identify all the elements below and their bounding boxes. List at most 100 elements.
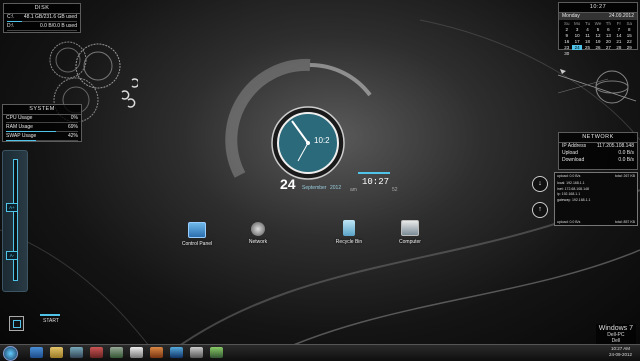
calendar-day-cell[interactable]: 23 [562,45,571,50]
app-taskbar-button-7[interactable] [210,347,223,358]
cpu-bar [6,122,78,123]
start-orb-button[interactable] [9,316,24,331]
calendar-day-cell[interactable]: 9 [562,33,571,38]
calendar-day-cell[interactable]: 5 [593,27,602,32]
arrow-down-icon: ↓ [532,176,548,192]
tray-date: 24-09-2012 [608,352,632,357]
desktop-icon-label: Control Panel [181,241,213,247]
calendar-weekday: Mo [574,21,581,26]
app-taskbar-button-2[interactable] [110,347,123,358]
calendar-day-cell[interactable]: 11 [583,33,592,38]
graph-down-label: upload: 0.0 B/s [557,220,581,224]
calendar-weekday: Su [563,21,570,26]
media-taskbar-button[interactable] [70,347,83,358]
desktop-icon-recycle-bin[interactable]: Recycle Bin [329,220,369,245]
app-taskbar-button-1[interactable] [90,347,103,358]
download-row: Download 0.0 B/s [559,157,637,164]
calendar-day-cell[interactable]: 13 [604,33,613,38]
ram-bar [6,131,78,132]
disk-c-bar [7,21,77,22]
app-taskbar-button-4[interactable] [150,347,163,358]
watermark-os: Windows 7 [598,325,633,332]
calendar-widget: 10:27 Monday 24.09.2012 Su Mo Tu We Th Fr Sa 2 3… [558,2,638,56]
calendar-weekday: Fr [616,21,621,26]
calendar-day-cell[interactable]: 26 [593,45,602,50]
graph-up-label: upload: 0.0 B/s [557,174,581,178]
system-tray-clock[interactable]: 10:27 AM 24-09-2012 [609,346,632,358]
app-taskbar-button-6[interactable] [190,347,203,358]
disk-d-bar [7,30,77,31]
calendar-day-cell[interactable]: 24 [572,45,582,50]
calendar-day-cell[interactable]: 29 [625,45,634,50]
clock-digital: 10:27 [362,177,390,187]
disk-d-value: 0.0 B/0.0 B used [40,23,77,29]
calendar-day-cell[interactable]: 18 [583,39,592,44]
disk-title: DISK [4,4,80,14]
calendar-date: 24.09.2012 [608,13,634,19]
upload-row: Upload 0.0 B/s [559,150,637,157]
ip-row: IP Address 117.205.108.148 [559,143,637,150]
desktop-icon-network[interactable]: Network [238,222,278,245]
ip-label: IP Address [562,143,587,149]
swap-value: 42% [67,133,78,139]
ip-value: 117.205.108.148 [596,143,634,149]
calendar-day-cell[interactable]: 27 [604,45,613,50]
swap-label: SWAP Usage [6,133,37,139]
calendar-day-cell[interactable]: 4 [583,27,592,32]
calendar-day-cell[interactable]: 14 [614,33,623,38]
calendar-day-cell[interactable]: 22 [625,39,634,44]
side-dock[interactable]: A+ A- [2,150,28,292]
system-title: SYSTEM [3,105,81,115]
control-panel-icon [188,222,206,238]
clock-am: am [350,187,357,193]
windows-start-button[interactable] [3,346,18,361]
calendar-day-cell[interactable]: 28 [614,45,623,50]
globe-decoration [557,69,637,104]
explorer-taskbar-button[interactable] [50,347,63,358]
calendar-day-cell[interactable]: 16 [562,39,571,44]
calendar-day-cell[interactable]: 25 [583,45,592,50]
taskbar: 10:27 AM 24-09-2012 [0,344,640,361]
a-minus-button[interactable]: A- [6,251,18,260]
network-graph: upload: 0.0 B/s total: 267 KB local: 192… [554,172,638,226]
calendar-day-cell[interactable]: 7 [614,27,623,32]
calendar-day-cell[interactable]: 15 [625,33,634,38]
swap-row: SWAP Usage 42% [3,133,81,140]
dock-slider-track[interactable] [13,159,18,281]
recycle-bin-icon [343,220,355,236]
app-taskbar-button-3[interactable] [130,347,143,358]
calendar-day-cell[interactable]: 3 [572,27,581,32]
desktop-icon-control-panel[interactable]: Control Panel [177,222,217,247]
calendar-grid[interactable]: Su Mo Tu We Th Fr Sa 2 3 4 5 6 7 8 9 10 11 12 13 14 15 16 17 18… [559,20,637,57]
calendar-day-cell[interactable]: 10 [572,33,581,38]
calendar-day-cell[interactable]: 20 [604,39,613,44]
calendar-time: 10:27 [559,3,637,13]
graph-total-up: total: 267 KB [614,174,635,178]
desktop-icon-label: Network [248,239,268,245]
app-taskbar-button-5[interactable] [170,347,183,358]
calendar-day-cell[interactable]: 21 [614,39,623,44]
start-accent-line [40,314,60,316]
ram-row: RAM Usage 69% [3,124,81,131]
ram-label: RAM Usage [6,124,33,130]
calendar-day-cell[interactable]: 17 [572,39,581,44]
calendar-day-cell[interactable]: 8 [625,27,634,32]
network-title: NETWORK [559,133,637,143]
upload-value: 0.0 B/s [618,150,634,156]
disk-row-c: C:\ 48.1 GB/231.6 GB used [4,14,80,21]
start-label[interactable]: START [43,318,59,324]
a-plus-button[interactable]: A+ [6,203,18,212]
ie-taskbar-button[interactable] [30,347,43,358]
system-widget: SYSTEM CPU Usage 0% RAM Usage 69% SWAP U… [2,104,82,142]
disk-c-label: C:\ [7,14,14,20]
network-widget: NETWORK IP Address 117.205.108.148 Uploa… [558,132,638,170]
upload-label: Upload [562,150,578,156]
graph-ip-line: gateway: 192.168.1.1 [557,197,591,202]
calendar-day-cell[interactable]: 2 [562,27,571,32]
calendar-day-cell[interactable]: 12 [593,33,602,38]
calendar-day-cell[interactable]: 19 [593,39,602,44]
ram-value: 69% [67,124,78,130]
desktop-icon-computer[interactable]: Computer [390,220,430,245]
calendar-day-cell[interactable]: 6 [604,27,613,32]
clock-face-time: 10:2 [314,136,330,145]
